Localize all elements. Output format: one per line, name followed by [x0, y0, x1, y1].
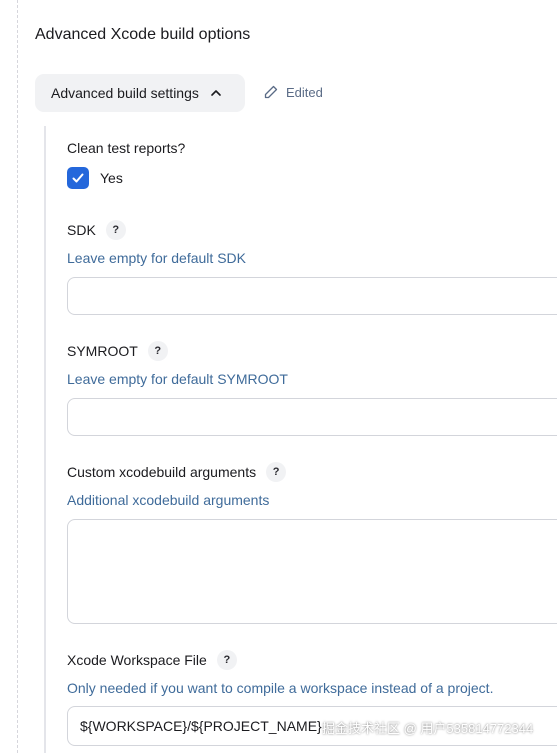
edited-label: Edited	[286, 84, 323, 100]
sdk-label-text: SDK	[67, 222, 96, 238]
sdk-help-button[interactable]: ?	[105, 220, 126, 240]
edited-indicator: Edited	[263, 84, 323, 100]
section-title: Advanced Xcode build options	[35, 26, 251, 43]
symroot-label-text: SYMROOT	[67, 343, 138, 359]
symroot-label: SYMROOT ?	[67, 341, 168, 361]
workspace-file-hint: Only needed if you want to compile a wor…	[67, 680, 494, 696]
workspace-file-help-button[interactable]: ?	[216, 650, 237, 670]
clean-test-reports-label-text: Clean test reports?	[67, 140, 186, 156]
clean-test-reports-checkbox[interactable]	[67, 167, 89, 189]
symroot-input[interactable]	[67, 398, 557, 436]
symroot-help-button[interactable]: ?	[147, 341, 168, 361]
watermark: 掘金技术社区 @ 用户535814772344	[322, 721, 534, 736]
sdk-input[interactable]	[67, 277, 557, 315]
sdk-label: SDK ?	[67, 220, 126, 240]
advanced-build-settings-toggle[interactable]: Advanced build settings	[35, 74, 245, 112]
custom-args-help-button[interactable]: ?	[266, 462, 287, 482]
custom-args-label: Custom xcodebuild arguments ?	[67, 462, 287, 482]
custom-args-hint: Additional xcodebuild arguments	[67, 492, 270, 508]
workspace-file-label: Xcode Workspace File ?	[67, 650, 237, 670]
chevron-up-icon	[211, 90, 221, 96]
clean-test-reports-label: Clean test reports?	[67, 140, 185, 156]
advanced-build-settings-label: Advanced build settings	[51, 85, 199, 101]
nested-settings-guide	[44, 126, 46, 753]
custom-args-label-text: Custom xcodebuild arguments	[67, 464, 257, 480]
workspace-file-label-text: Xcode Workspace File	[67, 652, 207, 668]
clean-test-reports-option-label: Yes	[100, 170, 123, 186]
outer-section-guide	[17, 0, 18, 753]
pencil-icon	[264, 85, 278, 99]
custom-args-textarea[interactable]	[67, 519, 557, 624]
checkmark-icon	[72, 173, 84, 183]
clean-test-reports-option[interactable]: Yes	[67, 167, 123, 189]
sdk-hint: Leave empty for default SDK	[67, 250, 246, 266]
symroot-hint: Leave empty for default SYMROOT	[67, 371, 288, 387]
